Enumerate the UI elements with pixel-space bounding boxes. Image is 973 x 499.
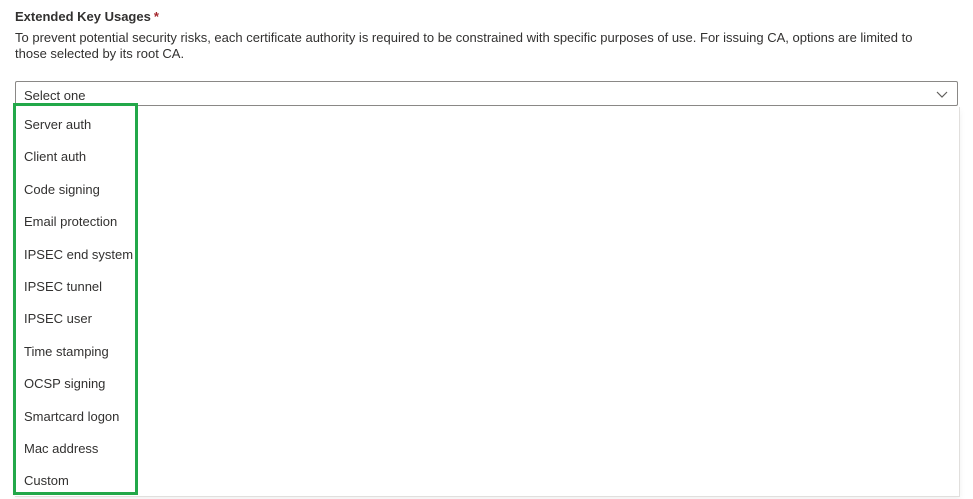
dropdown-option-time-stamping[interactable]: Time stamping bbox=[16, 336, 956, 368]
extended-key-usages-form: Extended Key Usages * To prevent potentia… bbox=[0, 0, 973, 499]
dropdown-options-list: Server auth Client auth Code signing Email … bbox=[16, 109, 956, 498]
dropdown-option-client-auth[interactable]: Client auth bbox=[16, 141, 956, 173]
dropdown-option-server-auth[interactable]: Server auth bbox=[16, 109, 956, 141]
field-description: To prevent potential security risks, eac… bbox=[15, 30, 913, 61]
chevron-down-icon bbox=[936, 91, 948, 98]
dropdown-option-code-signing[interactable]: Code signing bbox=[16, 174, 956, 206]
extended-key-usages-dropdown[interactable]: Select one bbox=[15, 81, 958, 106]
dropdown-option-ipsec-tunnel[interactable]: IPSEC tunnel bbox=[16, 271, 956, 303]
field-label-text: Extended Key Usages bbox=[15, 9, 151, 24]
dropdown-option-ipsec-user[interactable]: IPSEC user bbox=[16, 303, 956, 335]
required-marker: * bbox=[153, 9, 159, 24]
dropdown-option-ocsp-signing[interactable]: OCSP signing bbox=[16, 368, 956, 400]
dropdown-option-ipsec-end-system[interactable]: IPSEC end system bbox=[16, 239, 956, 271]
dropdown-option-email-protection[interactable]: Email protection bbox=[16, 206, 956, 238]
dropdown-option-smartcard-logon[interactable]: Smartcard logon bbox=[16, 401, 956, 433]
field-label: Extended Key Usages * bbox=[15, 8, 159, 25]
dropdown-option-custom[interactable]: Custom bbox=[16, 465, 956, 497]
dropdown-option-mac-address[interactable]: Mac address bbox=[16, 433, 956, 465]
dropdown-selected-value: Select one bbox=[24, 88, 86, 103]
